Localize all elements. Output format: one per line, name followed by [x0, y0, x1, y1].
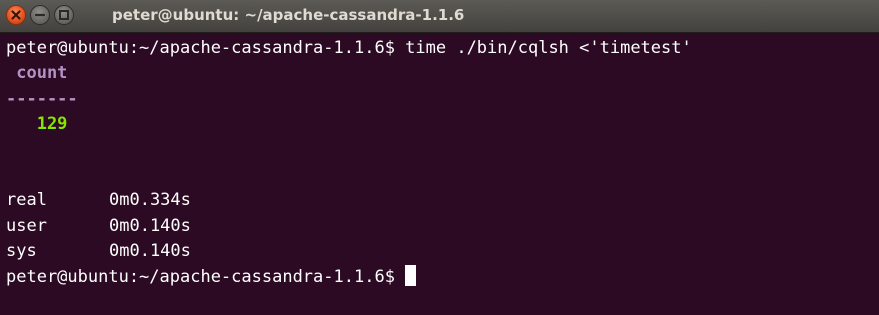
minimize-button[interactable]	[30, 5, 50, 25]
timing-line-sys: sys 0m0.140s	[6, 239, 879, 264]
timing-value: 0m0.140s	[109, 241, 191, 262]
result-value: 129	[6, 114, 68, 135]
text-cursor	[405, 264, 417, 286]
title-bar[interactable]: peter@ubuntu: ~/apache-cassandra-1.1.6	[0, 0, 879, 33]
timing-label: user	[6, 215, 47, 236]
final-prompt: peter@ubuntu:~/apache-cassandra-1.1.6$	[6, 266, 406, 287]
maximize-button[interactable]	[54, 5, 74, 25]
result-separator: -------	[6, 88, 78, 109]
timing-value: 0m0.334s	[109, 190, 191, 211]
minimize-icon	[34, 13, 46, 17]
timing-label: sys	[6, 241, 37, 262]
window-title: peter@ubuntu: ~/apache-cassandra-1.1.6	[112, 6, 465, 24]
terminal-output[interactable]: peter@ubuntu:~/apache-cassandra-1.1.6$ t…	[0, 33, 879, 315]
close-icon	[11, 10, 21, 20]
close-button[interactable]	[6, 5, 26, 25]
timing-label: real	[6, 190, 47, 211]
timing-line-real: real 0m0.334s	[6, 188, 879, 213]
command-line: peter@ubuntu:~/apache-cassandra-1.1.6$ t…	[6, 38, 692, 58]
timing-value: 0m0.140s	[109, 215, 191, 236]
timing-line-user: user 0m0.140s	[6, 214, 879, 239]
maximize-icon	[59, 10, 69, 20]
final-prompt-line: peter@ubuntu:~/apache-cassandra-1.1.6$	[6, 264, 879, 290]
terminal-window: peter@ubuntu: ~/apache-cassandra-1.1.6 p…	[0, 0, 879, 315]
result-column-header: count	[6, 63, 68, 84]
